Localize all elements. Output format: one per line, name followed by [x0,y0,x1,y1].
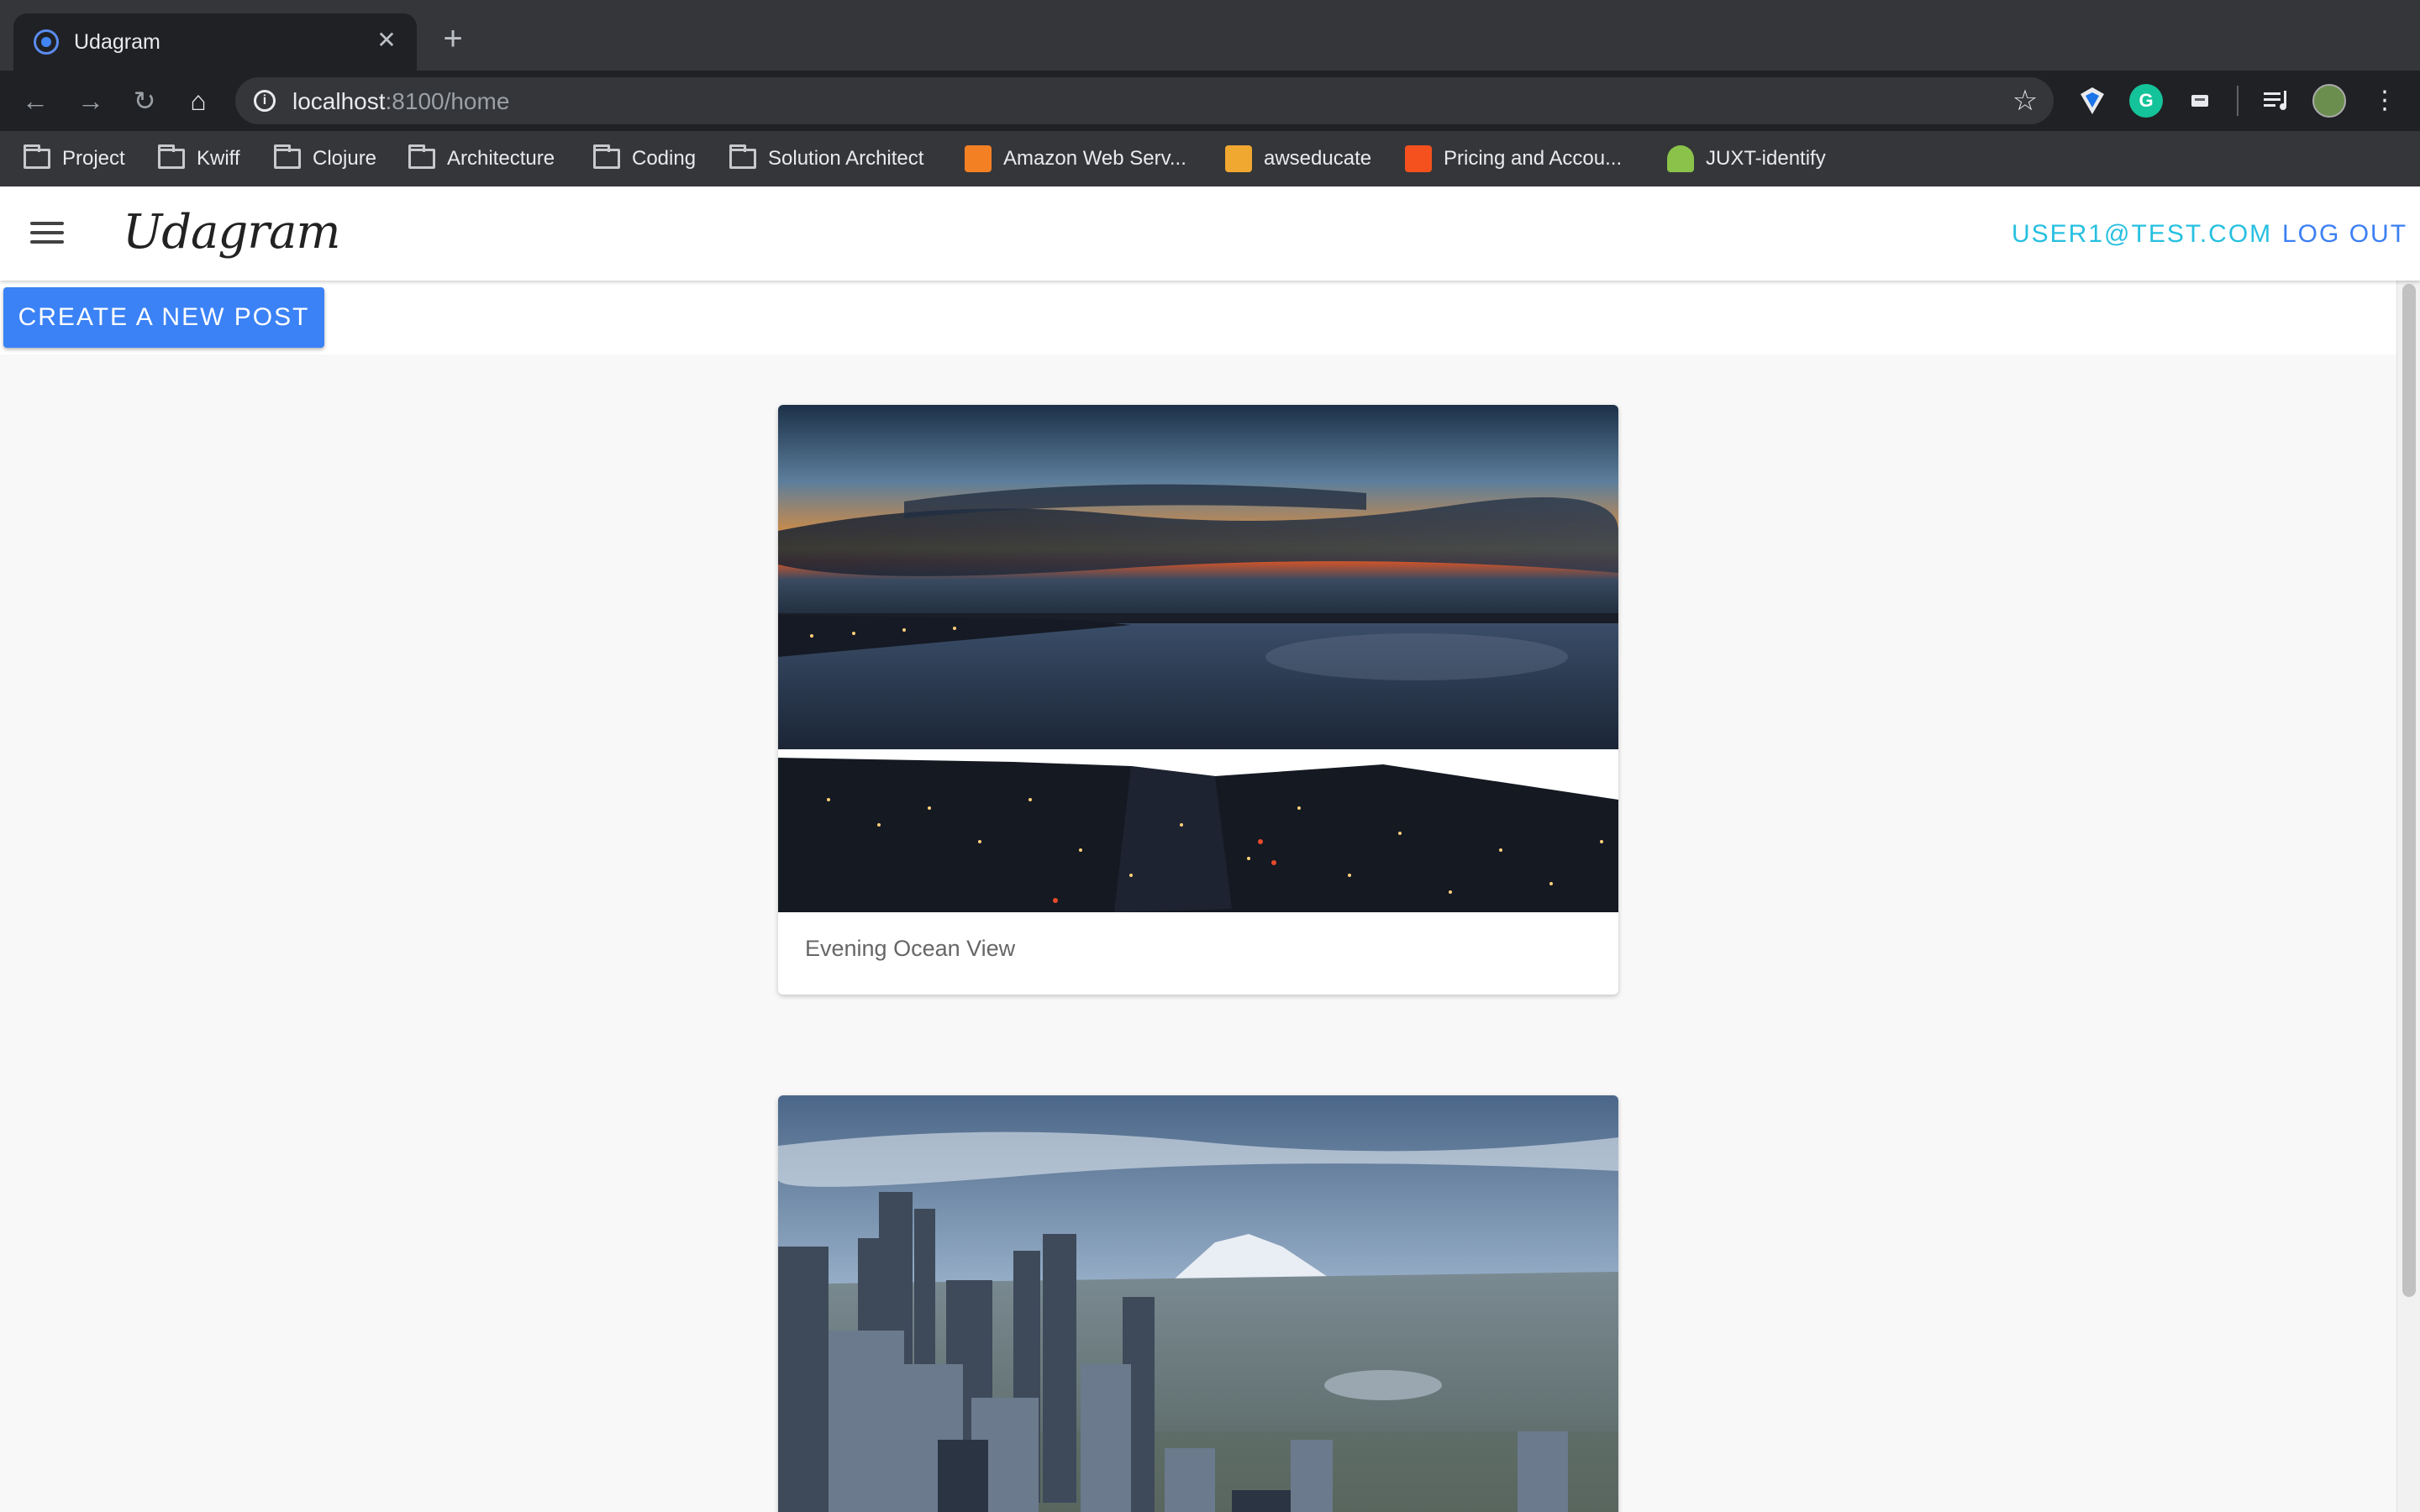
browser-toolbar: ← → ↻ ⌂ i localhost:8100/home ☆ G ⋮ [0,71,2420,131]
bookmark-kwiff[interactable]: Kwiff [158,144,240,173]
bookmark-pricing[interactable]: Pricing and Accou... [1405,144,1622,173]
extension-icon[interactable] [2183,84,2217,118]
folder-icon [408,144,435,169]
home-icon[interactable]: ⌂ [180,82,217,119]
app-logo[interactable]: Udagram [123,205,341,260]
thumb-icon [1667,145,1694,172]
grammarly-icon[interactable]: G [2129,84,2163,118]
folder-icon [593,144,620,169]
action-bar: CREATE A NEW POST [0,281,2396,354]
evening-ocean-image [778,405,1618,912]
folder-icon [729,144,756,169]
reload-icon[interactable]: ↻ [126,82,163,119]
create-post-button[interactable]: CREATE A NEW POST [3,287,324,348]
bookmark-juxt-identify[interactable]: JUXT-identify [1667,144,1826,173]
browser-tab-strip: Udagram ✕ + [0,0,2420,71]
new-tab-icon[interactable]: + [435,22,471,57]
feed-content[interactable]: CREATE A NEW POST Evening Ocean View [0,281,2396,1512]
bookmark-star-icon[interactable]: ☆ [2008,84,2042,118]
site-info-icon[interactable]: i [254,90,276,112]
bookmark-awseducate[interactable]: awseducate [1225,144,1371,173]
bookmark-project[interactable]: Project [24,144,125,173]
page-scrollbar[interactable] [2396,281,2420,1512]
folder-icon [158,144,185,169]
pricing-icon [1405,145,1432,172]
app-header: Udagram USER1@TEST.COM LOG OUT [0,186,2420,281]
scrollbar-thumb[interactable] [2402,284,2416,1297]
bookmark-clojure[interactable]: Clojure [274,144,376,173]
back-icon[interactable]: ← [17,82,54,119]
aws-box-icon [1225,145,1252,172]
user-email-link[interactable]: USER1@TEST.COM [2012,220,2272,249]
aws-cube-icon [965,145,992,172]
folder-icon [24,144,50,169]
toolbar-divider [2237,86,2238,116]
bookmark-amazon-web-services[interactable]: Amazon Web Serv... [965,144,1186,173]
url-text[interactable]: localhost:8100/home [292,88,509,115]
post-caption: Evening Ocean View [805,936,1016,961]
vpn-extension-icon[interactable] [2075,84,2109,118]
feed-card: Evening Ocean View [778,405,1618,995]
folder-icon [274,144,301,169]
tab-title: Udagram [74,30,160,54]
media-queue-icon[interactable] [2259,84,2292,118]
bookmarks-bar: Project Kwiff Clojure Architecture Codin… [0,131,2420,186]
profile-avatar[interactable] [2312,84,2346,118]
logout-button[interactable]: LOG OUT [2282,220,2407,249]
city-skyline-image [778,1095,1618,1512]
bookmark-coding[interactable]: Coding [593,144,696,173]
browser-menu-icon[interactable]: ⋮ [2368,84,2402,118]
feed-card [778,1095,1618,1512]
address-bar[interactable]: i localhost:8100/home ☆ [235,77,2054,124]
browser-tab[interactable]: Udagram ✕ [13,13,417,71]
forward-icon[interactable]: → [72,82,109,119]
close-tab-icon[interactable]: ✕ [371,25,402,55]
ionic-favicon-icon [34,29,59,55]
bookmark-architecture[interactable]: Architecture [408,144,555,173]
hamburger-menu-icon[interactable] [30,222,64,247]
bookmark-solution-architect[interactable]: Solution Architect [729,144,923,173]
